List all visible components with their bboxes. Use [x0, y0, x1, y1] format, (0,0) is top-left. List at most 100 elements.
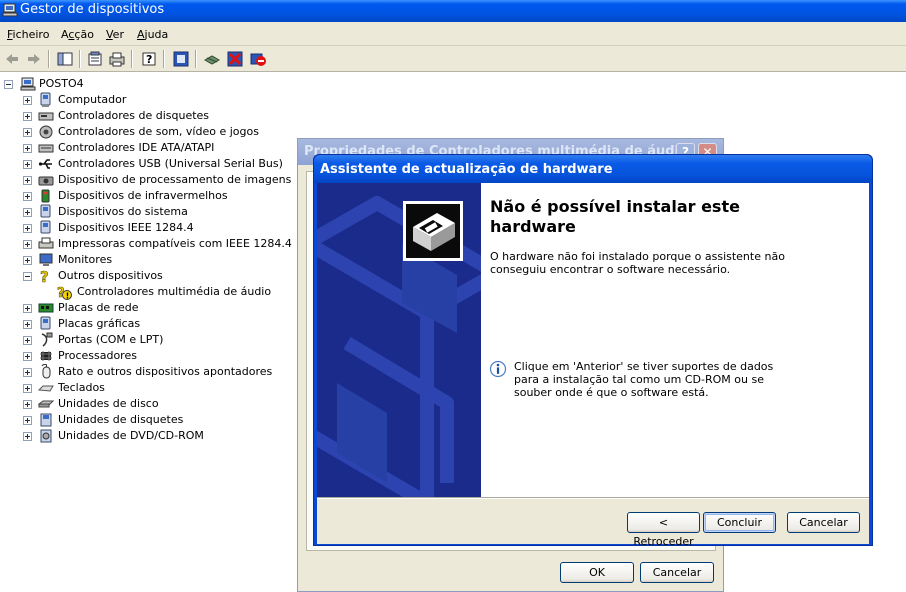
expand-icon[interactable] [23, 432, 32, 441]
help-icon[interactable]: ? [140, 50, 158, 68]
update-driver-icon[interactable] [203, 50, 221, 68]
cancel-button[interactable]: Cancelar [640, 562, 714, 583]
tree-item-controladores-disquetes[interactable]: Controladores de disquetes [0, 108, 220, 124]
menu-ficheiro[interactable]: Ficheiro [7, 28, 49, 41]
back-button[interactable]: < Retroceder [627, 512, 700, 548]
scan-hardware-icon[interactable] [172, 50, 190, 68]
tree-item-infravermelhos[interactable]: Dispositivos de infravermelhos [0, 188, 260, 204]
expand-icon[interactable] [23, 368, 32, 377]
tree-item-portas[interactable]: Portas (COM e LPT) [0, 332, 180, 348]
expand-icon[interactable] [23, 112, 32, 121]
mouse-icon [41, 364, 51, 379]
wizard-title[interactable]: Assistente de actualização de hardware [314, 155, 872, 183]
tree-item-ieee-1284[interactable]: Dispositivos IEEE 1284.4 [0, 220, 220, 236]
menu-ajuda[interactable]: Ajuda [137, 28, 168, 41]
wizard-message: O hardware não foi instalado porque o as… [490, 250, 785, 276]
floppy-drive-icon [40, 413, 52, 427]
window-titlebar[interactable]: Gestor de dispositivos [0, 0, 906, 22]
expand-icon[interactable] [23, 144, 32, 153]
finish-button[interactable]: Concluir [703, 512, 776, 533]
processor-icon [40, 351, 52, 361]
tree-item-processamento-imagens[interactable]: Dispositivo de processamento de imagens [0, 172, 291, 188]
uninstall-icon[interactable] [226, 50, 244, 68]
floppy-controller-icon [38, 112, 54, 121]
back-icon[interactable] [3, 50, 21, 68]
wizard-sidebar-graphic [317, 183, 481, 497]
tree-item-controladores-ide[interactable]: Controladores IDE ATA/ATAPI [0, 140, 240, 156]
infrared-icon [41, 189, 50, 203]
expand-icon[interactable] [23, 96, 32, 105]
expand-icon[interactable] [23, 320, 32, 329]
tree-root[interactable]: POSTO4 [0, 76, 100, 92]
monitor-icon [39, 253, 53, 266]
expand-icon[interactable] [23, 256, 32, 265]
collapse-icon[interactable] [4, 80, 13, 89]
cancel-button[interactable]: Cancelar [787, 512, 860, 533]
tree-item-impressoras[interactable]: Impressoras compatíveis com IEEE 1284.4 [0, 236, 292, 252]
expand-icon[interactable] [23, 176, 32, 185]
wizard-info-text: Clique em 'Anterior' se tiver suportes d… [514, 360, 774, 399]
tree-item-computador[interactable]: Computador [0, 92, 200, 108]
wizard-body: Não é possível instalar este hardware O … [317, 183, 869, 548]
wizard-separator [317, 497, 869, 499]
tree-item-unidades-dvd[interactable]: Unidades de DVD/CD-ROM [0, 428, 204, 444]
tree-item-teclados[interactable]: Teclados [0, 380, 160, 396]
expand-icon[interactable] [23, 128, 32, 137]
system-icon [40, 204, 51, 218]
tree-item-placas-graficas[interactable]: Placas gráficas [0, 316, 180, 332]
port-icon [41, 332, 53, 347]
tree-item-controladores-som[interactable]: Controladores de som, vídeo e jogos [0, 124, 260, 140]
tree-item-monitores[interactable]: Monitores [0, 252, 160, 268]
tree-item-dispositivos-sistema[interactable]: Dispositivos do sistema [0, 204, 220, 220]
computer-icon [40, 92, 51, 107]
expand-icon[interactable] [23, 352, 32, 361]
hardware-icon [403, 201, 463, 261]
computer-icon [20, 77, 36, 91]
svg-text:!: ! [66, 292, 70, 301]
info-icon [489, 360, 507, 378]
expand-icon[interactable] [23, 416, 32, 425]
menu-accao[interactable]: Acção [61, 28, 94, 41]
expand-icon[interactable] [23, 192, 32, 201]
svg-text:?: ? [40, 268, 49, 284]
expand-icon[interactable] [23, 336, 32, 345]
toolbar-separator [131, 50, 133, 68]
tree-item-processadores[interactable]: Processadores [0, 348, 180, 364]
expand-icon[interactable] [23, 400, 32, 409]
ide-icon [38, 144, 54, 153]
keyboard-icon [38, 385, 54, 392]
print-icon[interactable] [108, 50, 126, 68]
properties-icon[interactable] [86, 50, 104, 68]
console-tree-icon[interactable] [56, 50, 74, 68]
hardware-update-wizard: Assistente de actualização de hardware N… [313, 154, 873, 548]
expand-icon[interactable] [23, 304, 32, 313]
tree-item-rato[interactable]: Rato e outros dispositivos apontadores [0, 364, 272, 380]
expand-icon[interactable] [23, 384, 32, 393]
usb-icon [38, 159, 52, 169]
tree-root-label: POSTO4 [39, 77, 84, 90]
tree-item-placas-rede[interactable]: Placas de rede [0, 300, 180, 316]
disable-icon[interactable] [249, 50, 267, 68]
collapse-icon[interactable] [23, 272, 32, 281]
tree-item-unidades-disquetes[interactable]: Unidades de disquetes [0, 412, 183, 428]
expand-icon[interactable] [23, 160, 32, 169]
unknown-device-icon: ? [40, 268, 49, 284]
display-adapter-icon [40, 316, 51, 330]
expand-icon[interactable] [23, 240, 32, 249]
tree-item-unidades-disco[interactable]: Unidades de disco [0, 396, 180, 412]
tree-item-controladores-multimedia[interactable]: ?! Controladores multimédia de áudio [0, 284, 271, 301]
expand-icon[interactable] [23, 224, 32, 233]
tree-item-outros-dispositivos[interactable]: ? Outros dispositivos [0, 268, 200, 284]
dvd-icon [40, 429, 52, 443]
ok-button[interactable]: OK [560, 562, 634, 583]
tree-item-controladores-usb[interactable]: Controladores USB (Universal Serial Bus) [0, 156, 283, 172]
menu-ver[interactable]: Ver [106, 28, 124, 41]
toolbar-separator [195, 50, 197, 68]
sound-icon [39, 125, 53, 139]
device-manager-icon [2, 3, 18, 17]
expand-icon[interactable] [23, 208, 32, 217]
camera-icon [38, 176, 54, 186]
forward-icon[interactable] [25, 50, 43, 68]
printer-icon [38, 237, 54, 249]
ieee-icon [40, 220, 51, 234]
